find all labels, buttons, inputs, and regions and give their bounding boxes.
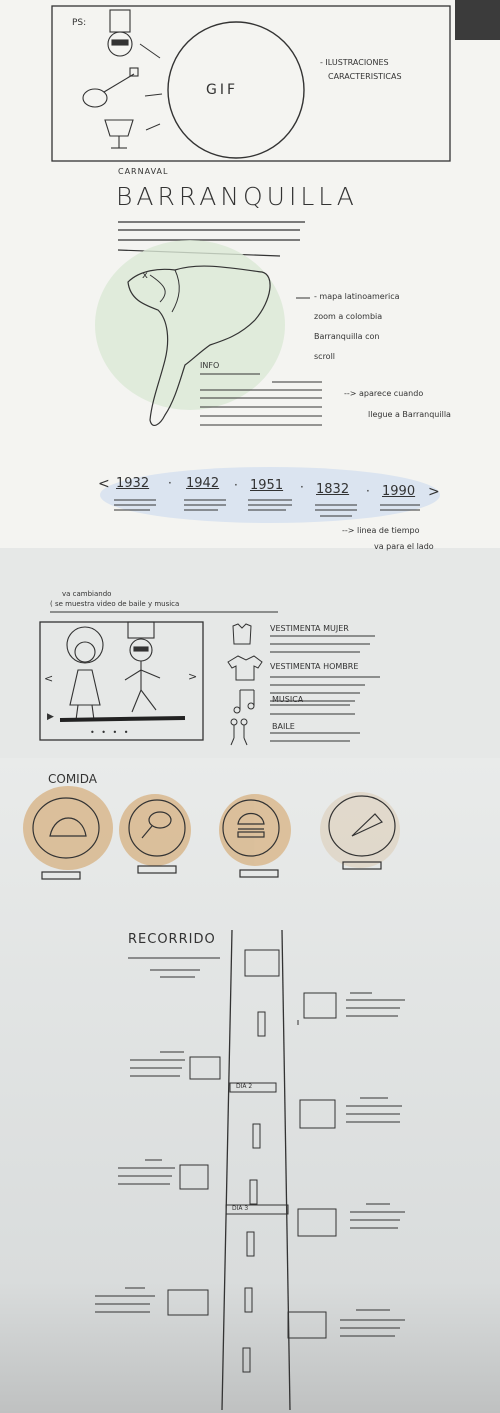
map-note-2: zoom a colombia (314, 312, 383, 321)
timeline-note-2: va para el lado (374, 542, 434, 551)
goblet-icon (104, 119, 134, 149)
dancer-woman-icon (66, 626, 104, 721)
video-play-button[interactable]: ▶ (47, 712, 54, 722)
category-label-4[interactable]: BAILE (272, 722, 295, 731)
stop-screen-icon (287, 1311, 327, 1339)
header-frame (51, 5, 451, 162)
shirt-icon (232, 623, 252, 645)
video-next-button[interactable]: > (188, 670, 197, 683)
video-prev-button[interactable]: < (44, 672, 53, 685)
video-dots[interactable]: • • • • (90, 728, 131, 737)
map-note-4: scroll (314, 352, 336, 361)
video-frame (39, 621, 204, 741)
category-label-2[interactable]: VESTIMENTA HOMBRE (270, 662, 358, 671)
food-heading: COMIDA (48, 772, 97, 786)
day-1-label: DIA 2 (236, 1083, 253, 1090)
stop-people-icon (299, 1099, 336, 1129)
route-road (221, 929, 291, 1411)
video-note-1: va cambiando (62, 590, 112, 598)
timeline-next-button[interactable]: > (428, 484, 440, 500)
stop-face-icon (179, 1164, 209, 1190)
stop-glasses-icon (189, 1056, 221, 1080)
route-heading: RECORRIDO (128, 932, 216, 947)
music-note-icon (233, 689, 255, 714)
bus-icon (244, 949, 280, 977)
tshirt-icon (227, 655, 263, 681)
food-label-2 (137, 865, 177, 874)
stop-tv-icon (303, 992, 337, 1019)
category-label-1[interactable]: VESTIMENTA MUJER (270, 624, 349, 633)
timeline-year-1[interactable]: 1932 (116, 476, 149, 491)
food-label-1 (41, 871, 81, 880)
day-2-label: DIA 3 (232, 1205, 249, 1212)
ps-label: PS: (72, 18, 87, 28)
map-note-3: Barranquilla con (314, 332, 380, 341)
video-note-2: ( se muestra video de baile y musica (50, 600, 180, 608)
food-label-3 (239, 869, 279, 878)
page-title: BARRANQUILLA (116, 182, 358, 211)
sketch-drawing (23, 5, 451, 1411)
timeline-year-4[interactable]: 1832 (316, 482, 349, 497)
timeline-year-2[interactable]: 1942 (186, 476, 219, 491)
stop-burger-icon (297, 1208, 337, 1237)
dancer-man-icon (124, 621, 161, 713)
road-dashes (242, 1011, 266, 1373)
category-label-3[interactable]: MUSICA (272, 695, 303, 704)
info-note-2: llegue a Barranquilla (368, 410, 451, 419)
map-marker: x (142, 270, 148, 281)
timeline-prev-button[interactable]: < (98, 476, 110, 492)
ilustraciones-note-2: CARACTERISTICAS (328, 72, 402, 81)
map-note-1: - mapa latinoamerica (314, 292, 400, 301)
info-label: INFO (200, 361, 220, 370)
timeline-note-1: --> linea de tiempo (342, 526, 420, 535)
gif-label: GIF (206, 82, 239, 98)
dancers-icon (230, 718, 248, 746)
timeline-year-3[interactable]: 1951 (250, 478, 283, 493)
guitar-icon (82, 67, 139, 108)
info-note-1: --> aparece cuando (344, 389, 424, 398)
timeline-year-5[interactable]: 1990 (382, 484, 415, 499)
hat-face-icon (107, 9, 133, 57)
ilustraciones-note-1: - ILUSTRACIONES (320, 58, 389, 67)
stop-building-icon (167, 1289, 209, 1316)
title-kicker: CARNAVAL (118, 167, 169, 176)
